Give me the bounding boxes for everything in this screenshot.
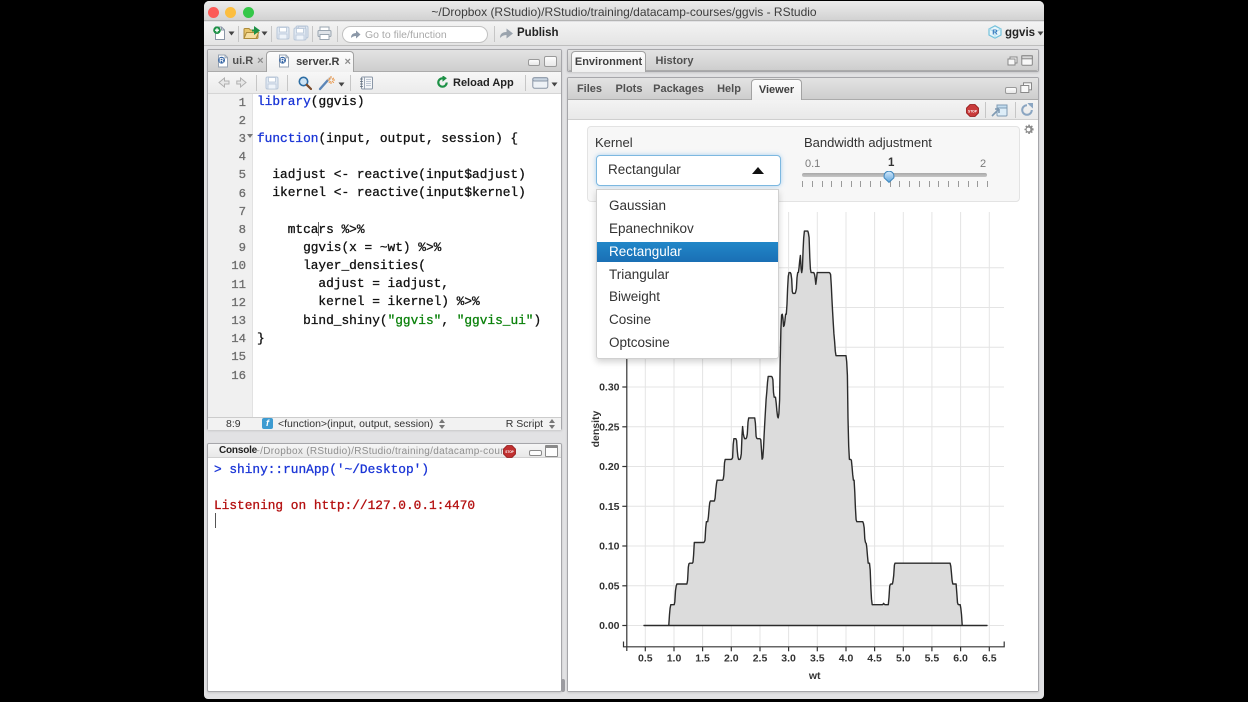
svg-text:4.5: 4.5 <box>867 652 882 664</box>
svg-text:0.00: 0.00 <box>599 620 620 632</box>
svg-text:1.0: 1.0 <box>667 652 682 664</box>
svg-text:5.0: 5.0 <box>896 652 911 664</box>
svg-text:0.20: 0.20 <box>599 461 620 473</box>
svg-text:density: density <box>590 410 602 447</box>
svg-text:0.10: 0.10 <box>599 541 620 553</box>
svg-text:3.0: 3.0 <box>781 652 796 664</box>
svg-text:0.30: 0.30 <box>599 382 620 394</box>
svg-text:1.5: 1.5 <box>695 652 710 664</box>
svg-text:3.5: 3.5 <box>810 652 825 664</box>
svg-text:0.25: 0.25 <box>599 421 620 433</box>
svg-text:R: R <box>219 58 224 65</box>
svg-text:2.5: 2.5 <box>753 652 768 664</box>
svg-text:6.5: 6.5 <box>982 652 997 664</box>
svg-text:4.0: 4.0 <box>839 652 854 664</box>
svg-text:STOP: STOP <box>968 109 978 113</box>
svg-text:2.0: 2.0 <box>724 652 739 664</box>
svg-text:5.5: 5.5 <box>925 652 940 664</box>
svg-text:0.05: 0.05 <box>599 580 620 592</box>
svg-text:0.15: 0.15 <box>599 501 620 513</box>
svg-text:R: R <box>992 27 998 36</box>
svg-text:0.5: 0.5 <box>638 652 653 664</box>
svg-text:wt: wt <box>808 670 821 682</box>
svg-text:STOP: STOP <box>505 450 514 454</box>
svg-text:6.0: 6.0 <box>953 652 968 664</box>
svg-text:R: R <box>280 58 285 65</box>
